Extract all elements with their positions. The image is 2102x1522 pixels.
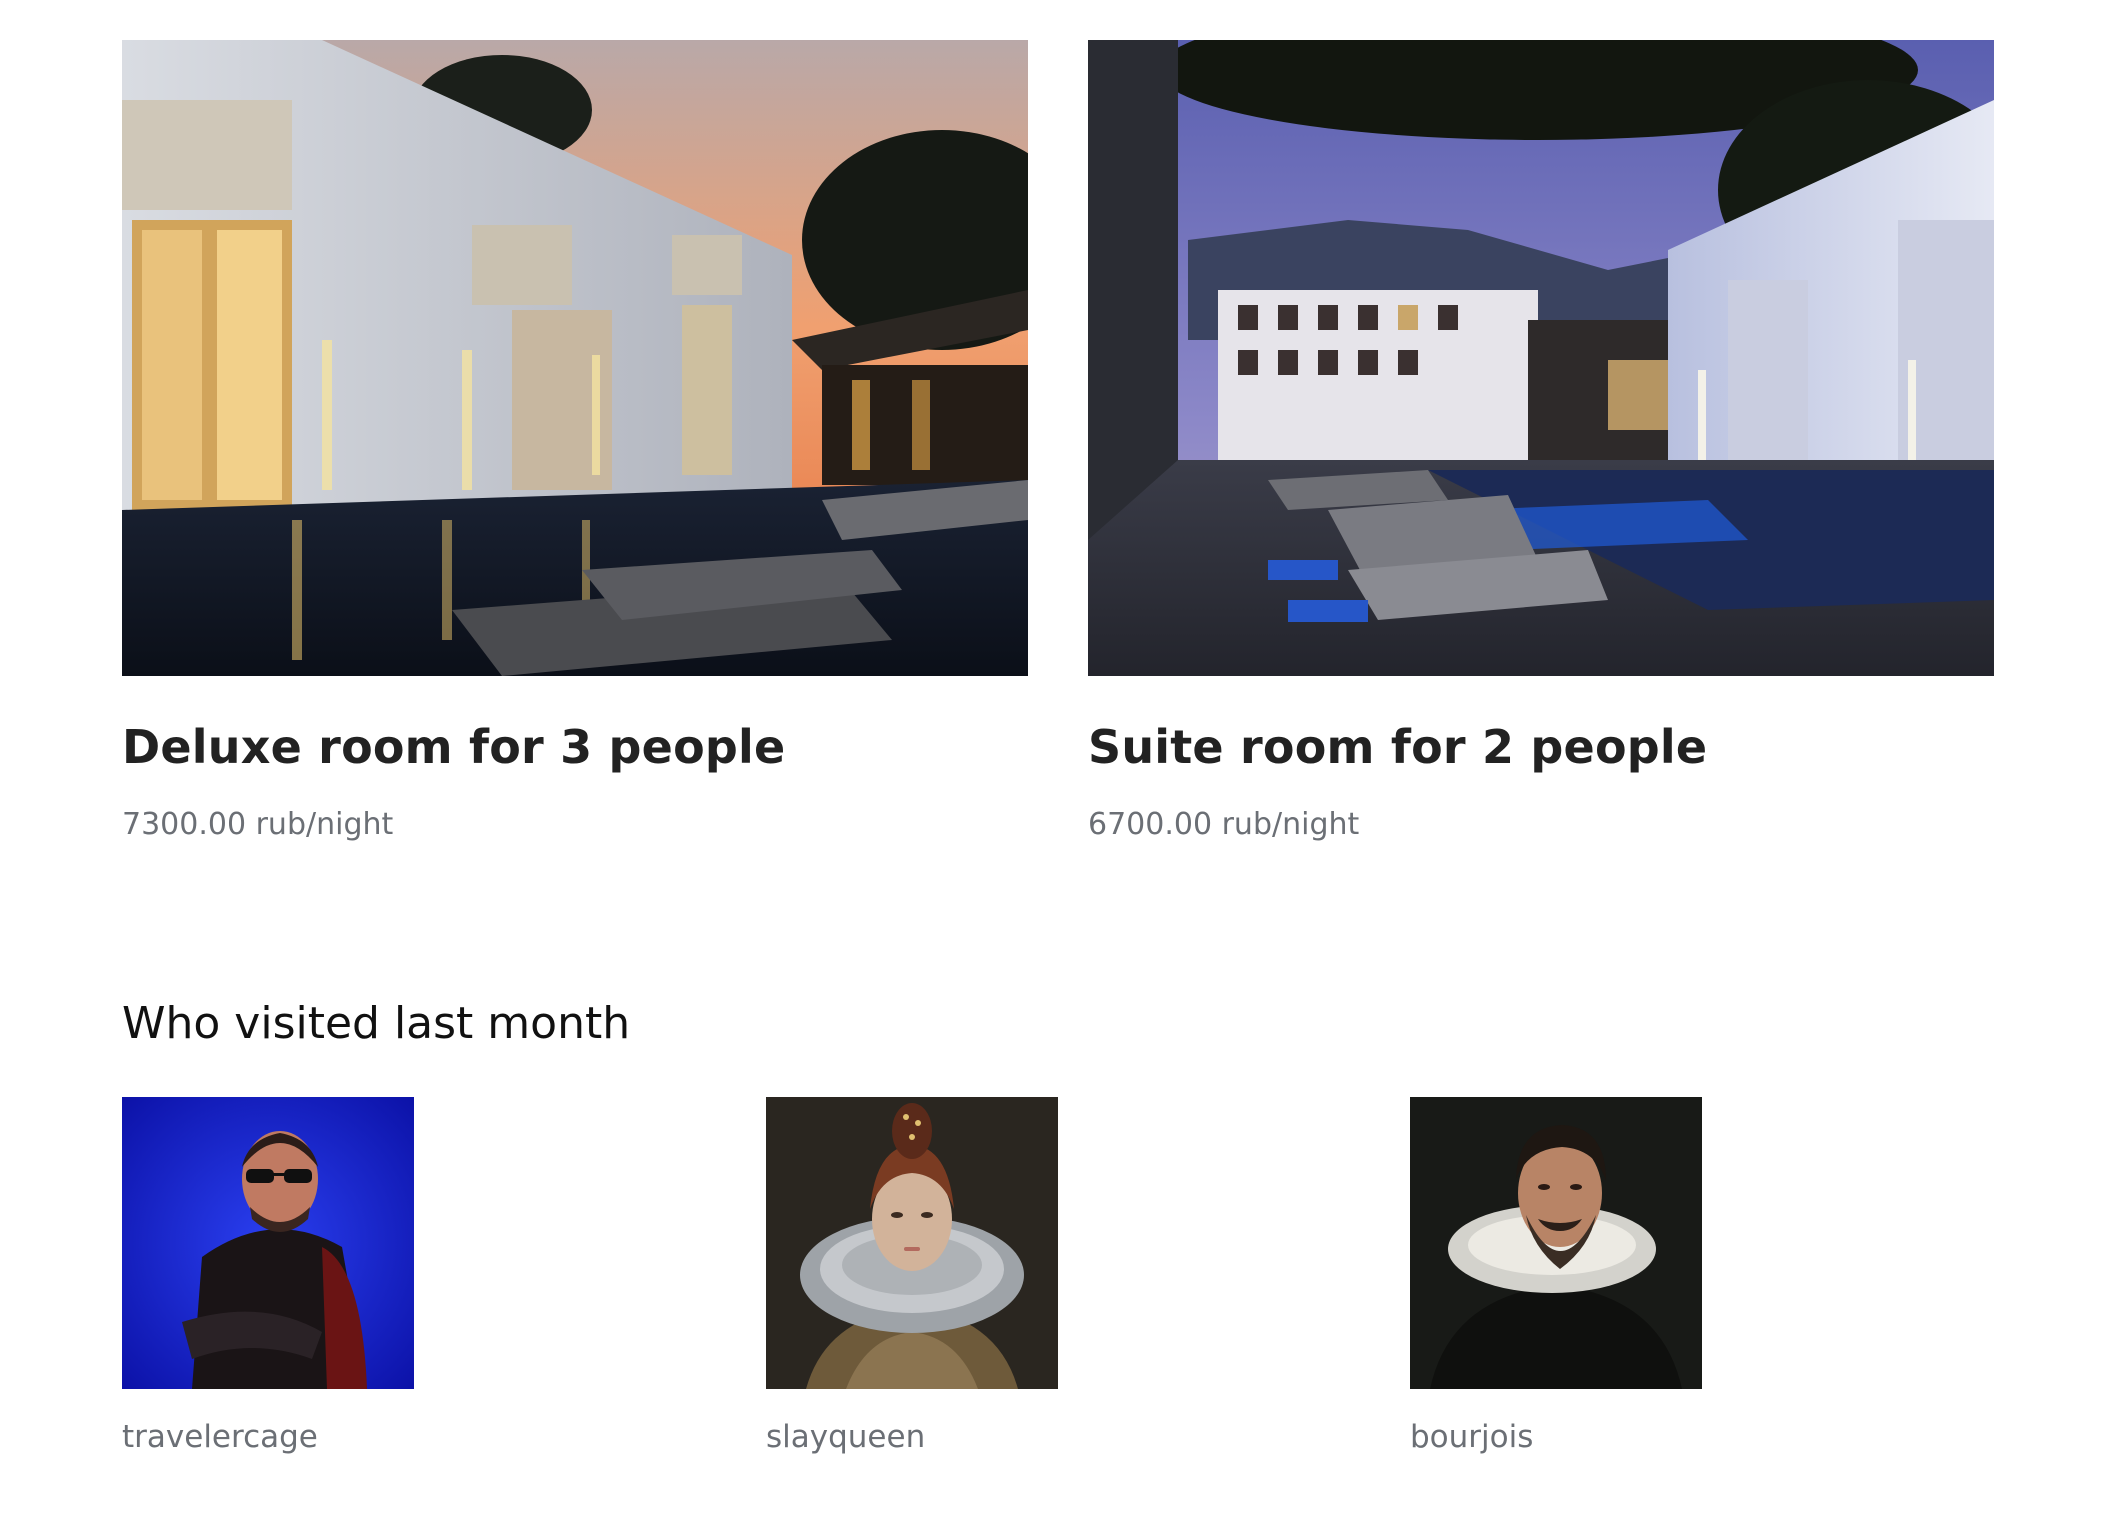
room-card[interactable]: Deluxe room for 3 people 7300.00 rub/nig… (122, 40, 1028, 843)
visitor-card[interactable]: slayqueen (766, 1097, 1058, 1456)
hotel-pool-dusk-image (1088, 40, 1994, 676)
woman-ruff-collar-portrait-image (766, 1097, 1058, 1389)
room-photo[interactable] (122, 40, 1028, 676)
avatar[interactable] (766, 1097, 1058, 1389)
visitor-username[interactable]: bourjois (1410, 1419, 1702, 1456)
room-price: 6700.00 rub/night (1088, 807, 1360, 843)
avatar[interactable] (122, 1097, 414, 1389)
visitor-card[interactable]: travelercage (122, 1097, 414, 1456)
man-sunglasses-leather-jacket-image (122, 1097, 414, 1389)
room-list: Deluxe room for 3 people 7300.00 rub/nig… (122, 40, 1994, 843)
visitors-section-title: Who visited last month (122, 998, 631, 1049)
visitor-username[interactable]: slayqueen (766, 1419, 1058, 1456)
visitor-list: travelercage slayqueen bourjois (122, 1097, 1994, 1477)
room-price: 7300.00 rub/night (122, 807, 394, 843)
bearded-man-ruff-collar-portrait-image (1410, 1097, 1702, 1389)
visitor-card[interactable]: bourjois (1410, 1097, 1702, 1456)
avatar[interactable] (1410, 1097, 1702, 1389)
visitor-username[interactable]: travelercage (122, 1419, 414, 1456)
room-photo[interactable] (1088, 40, 1994, 676)
room-title[interactable]: Suite room for 2 people (1088, 720, 1994, 775)
room-title[interactable]: Deluxe room for 3 people (122, 720, 1028, 775)
room-card[interactable]: Suite room for 2 people 6700.00 rub/nigh… (1088, 40, 1994, 843)
hotel-pool-sunset-image (122, 40, 1028, 676)
